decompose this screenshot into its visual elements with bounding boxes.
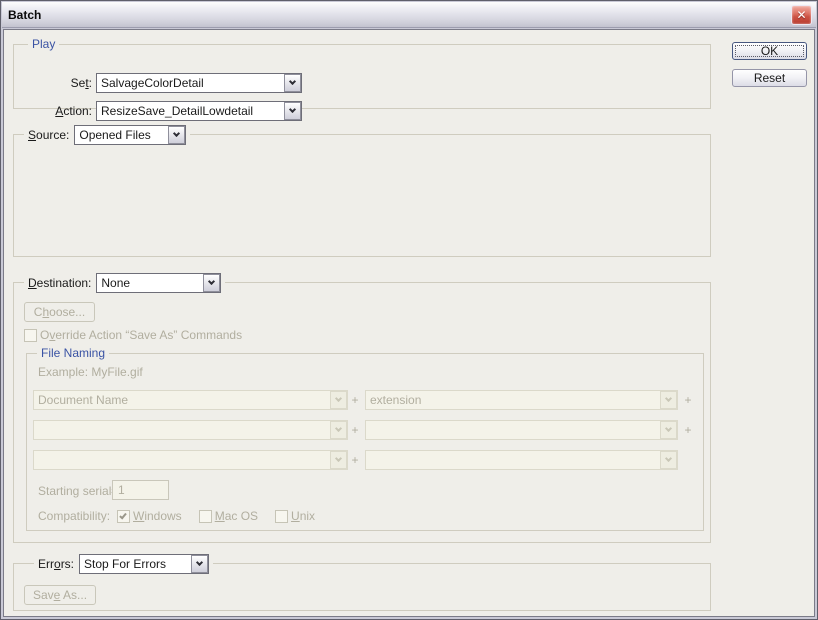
title-bar[interactable]: Batch ✕ bbox=[2, 2, 816, 28]
chevron-down-icon bbox=[330, 451, 347, 469]
destination-label: Destination: bbox=[28, 275, 92, 290]
close-button[interactable]: ✕ bbox=[791, 5, 812, 25]
choose-button: Choose... bbox=[24, 302, 95, 322]
errors-value: Stop For Errors bbox=[84, 556, 167, 571]
filename-part-select bbox=[365, 450, 678, 470]
plus-sign: + bbox=[351, 453, 359, 467]
filename-part-value: Document Name bbox=[38, 393, 129, 407]
plus-sign: + bbox=[351, 423, 359, 437]
window-title: Batch bbox=[8, 7, 42, 22]
file-naming-group: File Naming Example: MyFile.gif Document… bbox=[26, 346, 704, 531]
chevron-down-icon bbox=[168, 125, 186, 144]
plus-sign: + bbox=[684, 393, 692, 407]
source-value: Opened Files bbox=[79, 127, 151, 142]
destination-group: Destination: None Choose... Override Act… bbox=[13, 272, 711, 543]
play-caption: Play bbox=[28, 37, 60, 51]
action-value: ResizeSave_DetailLowdetail bbox=[101, 104, 254, 118]
errors-label: Errors: bbox=[38, 556, 75, 571]
chevron-down-icon bbox=[660, 451, 677, 469]
chevron-down-icon bbox=[284, 102, 301, 120]
chevron-down-icon bbox=[330, 391, 347, 409]
chevron-down-icon bbox=[284, 74, 301, 92]
serial-label: Starting serial#: bbox=[38, 484, 122, 498]
plus-sign: + bbox=[351, 393, 359, 407]
reset-button[interactable]: Reset bbox=[732, 69, 807, 87]
chevron-down-icon bbox=[330, 421, 347, 439]
windows-label: Windows bbox=[133, 509, 182, 523]
ok-button[interactable]: OK bbox=[732, 42, 807, 60]
source-group: Source: Opened Files bbox=[13, 124, 711, 257]
destination-select[interactable]: None bbox=[96, 272, 222, 293]
unix-label: Unix bbox=[291, 509, 316, 523]
override-checkbox bbox=[24, 328, 37, 342]
plus-sign: + bbox=[684, 423, 692, 437]
chevron-down-icon bbox=[660, 391, 677, 409]
chevron-down-icon bbox=[203, 273, 221, 292]
save-as-button: Save As... bbox=[24, 585, 96, 605]
errors-select[interactable]: Stop For Errors bbox=[79, 553, 210, 574]
destination-value: None bbox=[101, 275, 131, 290]
filename-part-select bbox=[33, 450, 348, 470]
action-select[interactable]: ResizeSave_DetailLowdetail bbox=[96, 101, 302, 121]
example-text: Example: MyFile.gif bbox=[38, 365, 143, 379]
set-select[interactable]: SalvageColorDetail bbox=[96, 73, 302, 93]
macos-checkbox bbox=[198, 509, 212, 523]
filename-part-select bbox=[365, 420, 678, 440]
serial-input bbox=[112, 480, 169, 500]
filename-part-select: extension bbox=[365, 390, 678, 410]
windows-checkbox bbox=[117, 509, 130, 523]
action-label: Action: bbox=[55, 104, 92, 118]
close-icon: ✕ bbox=[796, 8, 807, 22]
check-icon bbox=[119, 511, 127, 519]
compatibility-row: Compatibility: Windows Mac OS Unix bbox=[38, 509, 315, 523]
compatibility-label: Compatibility: bbox=[38, 509, 111, 523]
chevron-down-icon bbox=[191, 554, 209, 573]
source-select[interactable]: Opened Files bbox=[74, 124, 187, 145]
unix-checkbox bbox=[275, 509, 289, 523]
chevron-down-icon bbox=[660, 421, 677, 439]
override-row: Override Action “Save As” Commands bbox=[24, 328, 242, 342]
set-label: Set: bbox=[70, 76, 92, 90]
macos-label: Mac OS bbox=[214, 509, 259, 523]
filename-part-select bbox=[33, 420, 348, 440]
play-group: Play Set: SalvageColorDetail Action: Res… bbox=[13, 37, 711, 121]
set-value: SalvageColorDetail bbox=[101, 76, 204, 90]
errors-group: Errors: Stop For Errors Save As... bbox=[13, 553, 711, 611]
override-label: Override Action “Save As” Commands bbox=[40, 328, 243, 342]
filename-part-select: Document Name bbox=[33, 390, 348, 410]
source-label: Source: bbox=[28, 127, 70, 142]
batch-dialog: Batch ✕ Play Set: SalvageColorDetail Act… bbox=[0, 0, 818, 620]
dialog-body: Play Set: SalvageColorDetail Action: Res… bbox=[3, 29, 815, 617]
filename-part-value: extension bbox=[370, 393, 422, 407]
file-naming-caption: File Naming bbox=[37, 346, 110, 360]
